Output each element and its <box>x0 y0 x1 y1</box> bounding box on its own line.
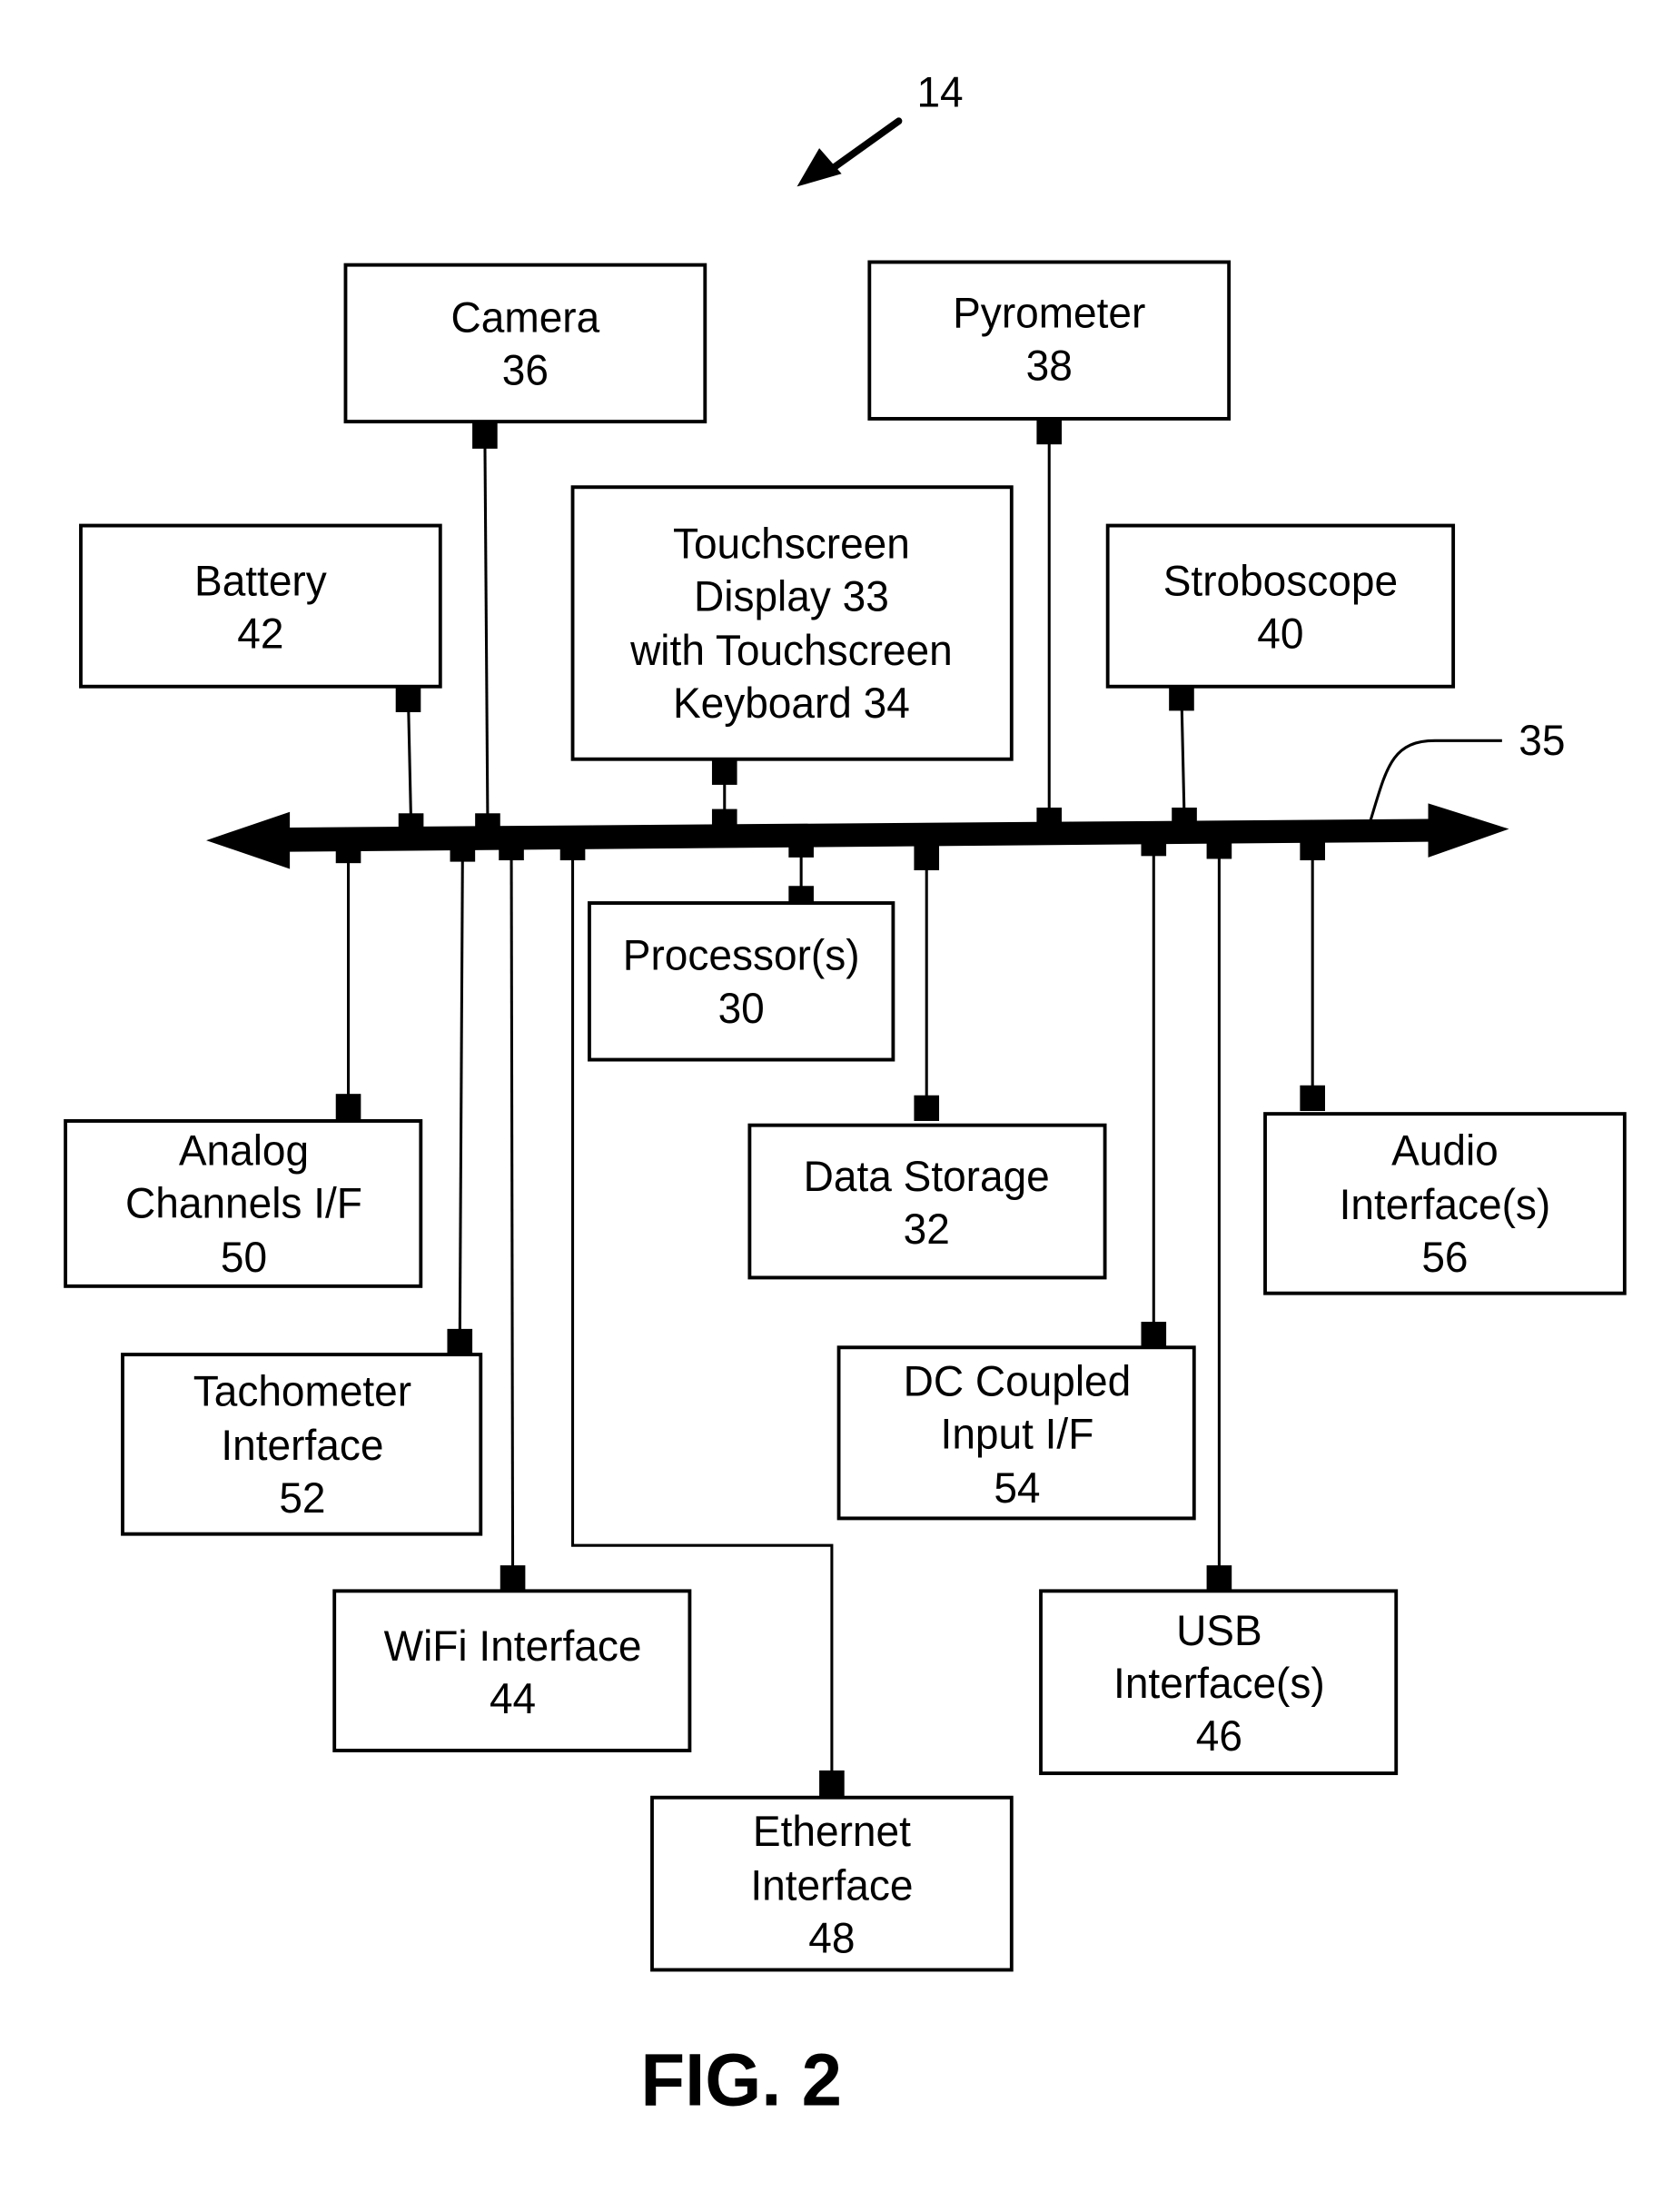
component-number: 40 <box>1257 610 1303 658</box>
component-label: Interface <box>221 1422 383 1470</box>
figure-caption: FIG. 2 <box>640 2039 842 2122</box>
component-stroboscope: Stroboscope 40 <box>1105 523 1456 689</box>
component-label: Display 33 <box>694 572 889 620</box>
component-battery: Battery 42 <box>79 523 442 689</box>
component-label: WiFi Interface <box>384 1622 642 1671</box>
component-label: Tachometer <box>193 1367 411 1415</box>
component-tachometer-interface: Tachometer Interface 52 <box>121 1353 483 1536</box>
component-label: Processor(s) <box>623 931 860 979</box>
component-ethernet-interface: Ethernet Interface 48 <box>650 1795 1014 1972</box>
component-label: Battery <box>194 557 327 605</box>
component-label: Interface <box>750 1861 913 1909</box>
component-label: Interface(s) <box>1113 1660 1325 1708</box>
component-label: Touchscreen <box>673 520 910 568</box>
device-reference-arrow <box>796 117 903 187</box>
component-label: Audio <box>1391 1126 1499 1175</box>
component-number: 44 <box>490 1675 536 1723</box>
component-number: 32 <box>904 1205 950 1253</box>
bus-reference-number: 35 <box>1519 717 1565 765</box>
component-number: 38 <box>1026 342 1073 390</box>
component-label: Channels I/F <box>125 1179 362 1227</box>
component-number: 48 <box>808 1914 855 1962</box>
component-usb-interface: USB Interface(s) 46 <box>1039 1589 1399 1776</box>
component-number: 52 <box>279 1474 325 1523</box>
component-label: Data Storage <box>804 1152 1050 1200</box>
component-label: USB <box>1176 1607 1262 1655</box>
component-number: 50 <box>221 1234 267 1282</box>
component-label: Stroboscope <box>1163 557 1398 605</box>
component-number: 54 <box>994 1464 1040 1513</box>
component-audio-interface: Audio Interface(s) 56 <box>1263 1112 1627 1295</box>
component-label: Keyboard 34 <box>673 679 910 728</box>
component-pyrometer: Pyrometer 38 <box>867 260 1232 421</box>
component-number: 56 <box>1421 1234 1468 1282</box>
component-number: 36 <box>502 346 549 394</box>
component-label: Input I/F <box>941 1410 1094 1458</box>
component-data-storage: Data Storage 32 <box>747 1123 1107 1280</box>
device-reference-number: 14 <box>916 68 963 116</box>
component-label: Analog <box>179 1126 309 1175</box>
component-dc-coupled-input: DC Coupled Input I/F 54 <box>836 1345 1196 1521</box>
component-label: Pyrometer <box>953 289 1145 337</box>
component-number: 46 <box>1196 1712 1242 1761</box>
block-diagram: 14 35 Camera 36 Pyrometer 38 Battery 42 … <box>64 68 1627 2122</box>
component-touchscreen: Touchscreen Display 33 with Touchscreen … <box>570 485 1014 761</box>
component-camera: Camera 36 <box>343 263 707 424</box>
component-analog-channels: Analog Channels I/F 50 <box>64 1119 423 1288</box>
component-label: Ethernet <box>753 1808 911 1856</box>
component-number: 42 <box>237 610 283 658</box>
component-label: with Touchscreen <box>629 627 953 675</box>
component-label: Interface(s) <box>1340 1181 1551 1229</box>
component-wifi-interface: WiFi Interface 44 <box>332 1589 692 1752</box>
component-number: 30 <box>718 984 765 1032</box>
component-processor: Processor(s) 30 <box>588 901 895 1062</box>
component-label: DC Coupled <box>904 1357 1132 1405</box>
component-label: Camera <box>451 293 600 342</box>
